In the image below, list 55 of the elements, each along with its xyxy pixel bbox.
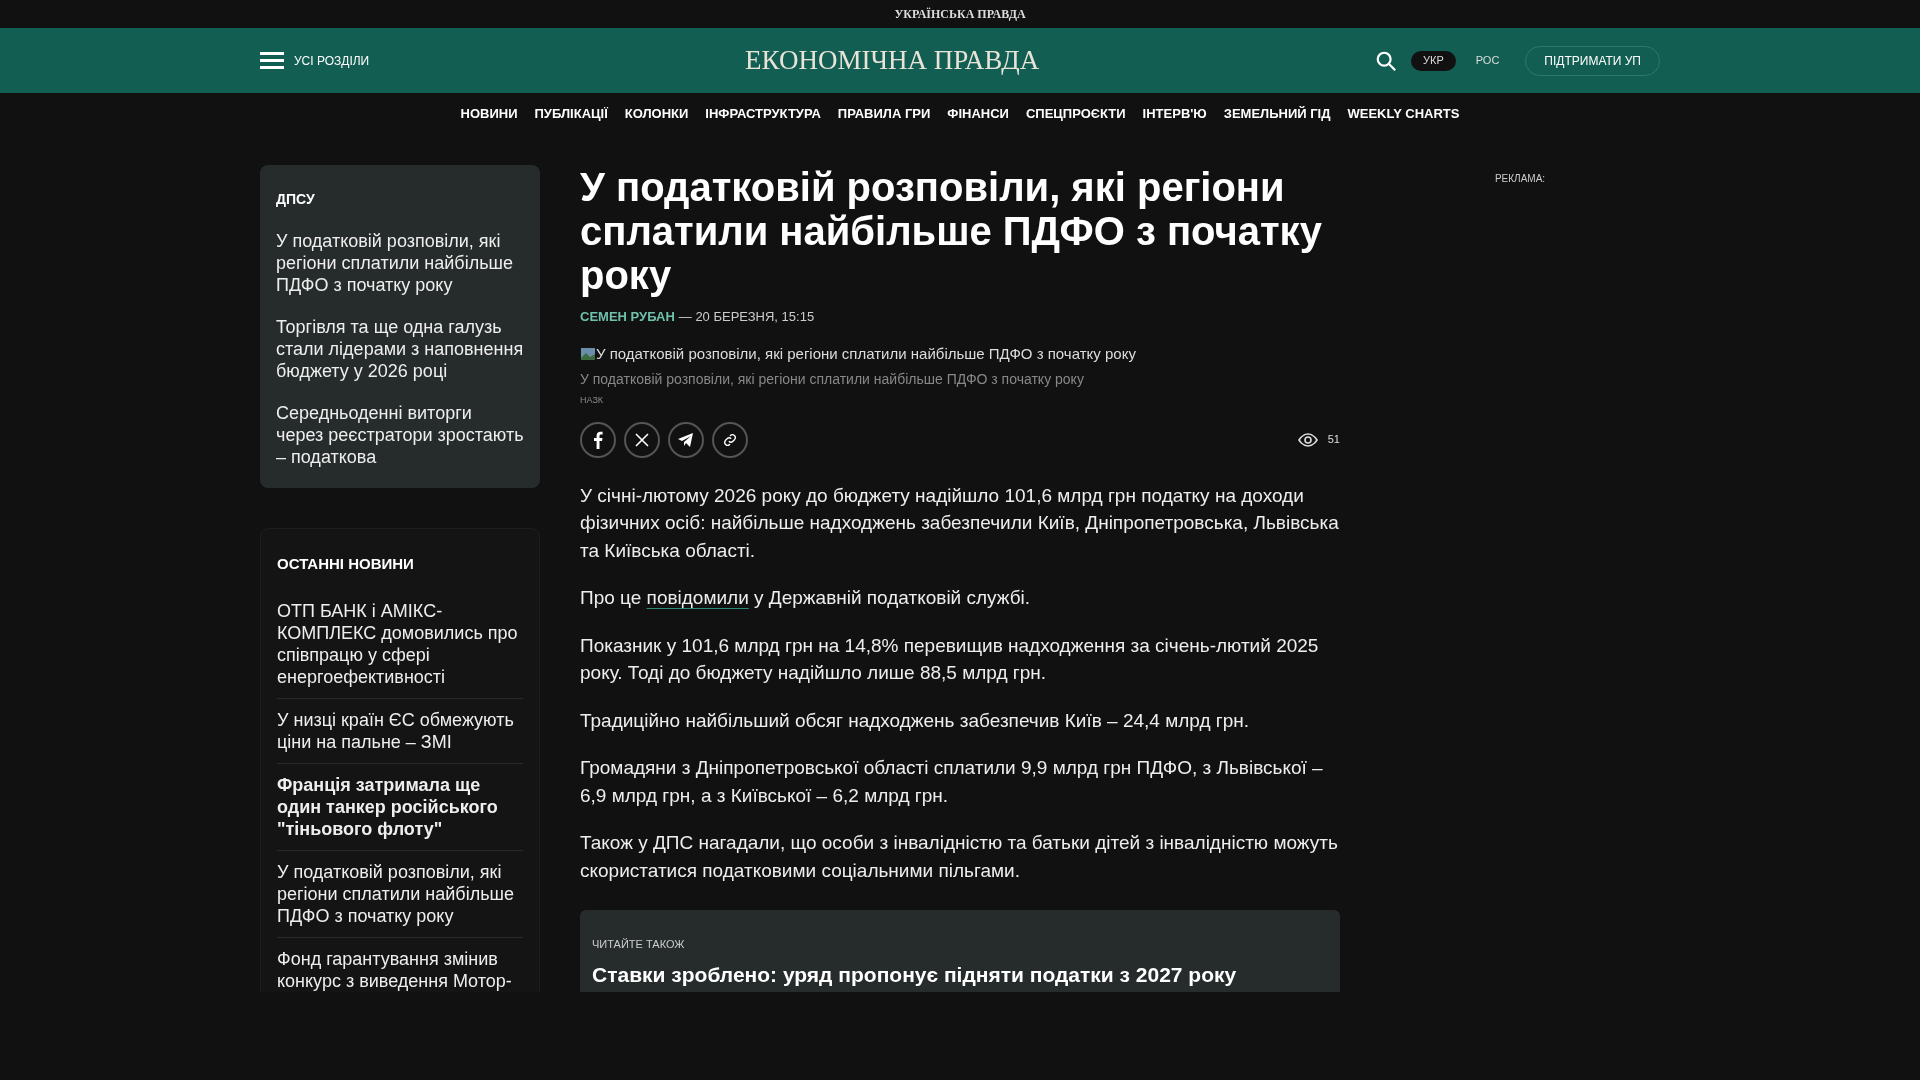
news-link[interactable]: Фонд гарантування змінив конкурс з виведення Мотор-: [277, 937, 523, 992]
facebook-button[interactable]: [580, 421, 616, 458]
site-title[interactable]: УКРАЇНСЬКА ПРАВДА: [894, 5, 1026, 23]
tag-title[interactable]: ДПСУ: [276, 189, 524, 210]
search-icon[interactable]: [1375, 49, 1397, 72]
news-link[interactable]: У низці країн ЄС обмежують ціни на пальне – ЗМІ: [277, 698, 523, 764]
read-also-label: ЧИТАЙТЕ ТАКОЖ: [592, 937, 686, 952]
news-link[interactable]: У податковій розповіли, які регіони сплатили найбільше ПДФО з початку року: [277, 850, 523, 938]
news-link[interactable]: ОТП БАНК і АМІКС-КОМПЛЕКС домовились про співпрацю у сфері енергоефективності: [277, 589, 523, 699]
broken-image-icon: [580, 345, 596, 362]
author-link[interactable]: СЕМЕН РУБАН: [580, 307, 675, 327]
nav-link[interactable]: КОЛОНКИ: [624, 104, 689, 124]
ad-label: РЕКЛАМА:: [1494, 172, 1546, 186]
text-link[interactable]: повідомили: [646, 587, 749, 608]
image-caption: У податковій розповіли, які регіони сплатили найбільше ПДФО з початку року: [580, 370, 1085, 389]
nav-link[interactable]: ПУБЛІКАЦІЇ: [534, 104, 608, 124]
menu-icon: [260, 52, 284, 69]
article-paragraph: У січні-лютому 2026 року до бюджету надійшло 101,6 млрд грн податку на доходи фізичних осіб: найбільше надходжень забезпечили Київ, Дніпропетровська, Львівська та Київська області.: [580, 483, 1340, 563]
read-also-title[interactable]: Ставки зроблено: уряд пропонує підняти податки з 2027 року: [592, 958, 1328, 990]
read-also-card[interactable]: ЧИТАЙТЕ ТАКОЖ Ставки зроблено: уряд пропонує підняти податки з 2027 року: [580, 910, 1340, 992]
related-link[interactable]: Середньоденні виторги через реєстратори зростають – податкова: [276, 402, 524, 468]
article-paragraph: Показник у 101,6 млрд грн на 14,8% перевищив надходження за січень-лютий 2025 року. Тоді до бюджету надійшло лише 88,5 млрд грн.: [580, 633, 1320, 685]
eye-icon: [1297, 432, 1318, 447]
nav-link[interactable]: СПЕЦПРОЄКТИ: [1025, 104, 1126, 124]
article-paragraph: Громадяни з Дніпропетровської області сплатили 9,9 млрд грн ПДФО, з Львівської – 6,9 млрд грн, а з Київської – 6,2 млрд грн.: [580, 756, 1324, 808]
site-logo[interactable]: ЕКОНОМІЧНА ПРАВДА: [745, 40, 1040, 81]
x-icon: [635, 432, 649, 447]
view-count: 51: [1327, 432, 1340, 448]
image-alt-text: У податковій розповіли, які регіони сплатили найбільше ПДФО з початку року: [596, 343, 1136, 364]
news-link[interactable]: Франція затримала ще один танкер російського "тіньового флоту": [277, 763, 523, 851]
telegram-button[interactable]: [668, 421, 704, 458]
article-paragraph: Також у ДПС нагадали, що особи з інвалідністю та батьки дітей з інвалідністю можуть скористатися податковими соціальними пільгами.: [580, 831, 1339, 883]
article-title: У податковій розповіли, які регіони сплатили найбільше ПДФО з початку року: [580, 165, 1323, 297]
photo-credit: НАЗК: [580, 394, 605, 407]
copy-link-button[interactable]: [712, 421, 748, 458]
nav-link[interactable]: ІНТЕРВ'Ю: [1142, 104, 1207, 124]
language-tab[interactable]: УКР: [1411, 50, 1456, 71]
nav-link[interactable]: ІНФРАСТРУКТУРА: [705, 104, 821, 124]
article-paragraph: Про це повідомили у Державній податковій службі.: [580, 586, 1032, 610]
facebook-icon: [593, 430, 603, 449]
publish-date: — 20 БЕРЕЗНЯ, 15:15: [678, 308, 815, 326]
x-share-button[interactable]: [624, 421, 660, 458]
nav-link[interactable]: ПРАВИЛА ГРИ: [837, 104, 931, 124]
article-paragraph: Традиційно найбільший обсяг надходжень забезпечив Київ – 24,4 млрд грн.: [580, 708, 1251, 733]
nav-link[interactable]: WEEKLY CHARTS: [1347, 104, 1460, 124]
nav-link[interactable]: НОВИНИ: [460, 104, 518, 124]
nav-link[interactable]: ЗЕМЕЛЬНИЙ ГІД: [1223, 104, 1331, 124]
paper-plane-icon: [678, 432, 694, 447]
section-title: ОСТАННІ НОВИНИ: [277, 554, 415, 574]
menu-button[interactable]: УСІ РОЗДІЛИ: [260, 51, 370, 70]
related-link[interactable]: У податковій розповіли, які регіони сплатили найбільше ПДФО з початку року: [276, 230, 524, 296]
link-icon: [723, 432, 737, 447]
related-link[interactable]: Торгівля та ще одна галузь стали лідерами з наповнення бюджету у 2026 році: [276, 316, 524, 382]
language-tab[interactable]: РОС: [1463, 50, 1512, 71]
nav-link[interactable]: ФІНАНСИ: [947, 104, 1009, 124]
